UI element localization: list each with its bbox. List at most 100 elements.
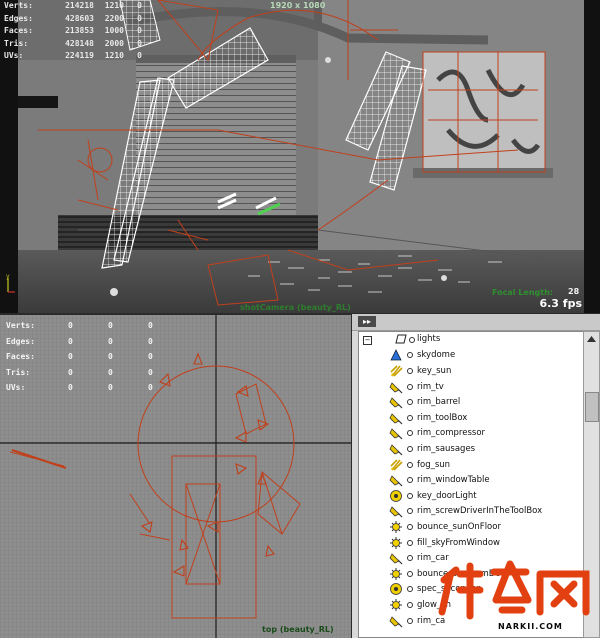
hud-row-verts: Verts: 214218 1210 0	[4, 0, 142, 13]
hud-row-verts: Verts: 0 0 0	[6, 318, 166, 334]
outliner-item-label: fill_skyFromWindow	[417, 537, 500, 548]
outliner-item-rim-screwdriverinthetoolbox[interactable]: rim_screwDriverInTheToolBox	[389, 504, 542, 520]
top-orthographic-viewport[interactable]: Verts: 0 0 0 Edges: 0 0 0 Faces: 0 0 0 Tris: 0 0 0 U…	[0, 314, 352, 638]
connector-dot	[407, 445, 413, 452]
top-camera-name-label: top (beauty_RL)	[262, 625, 334, 634]
connector-dot	[407, 477, 413, 484]
directional-light-icon	[390, 365, 403, 377]
hud-value: 1210	[104, 1, 124, 10]
hud-value: 0	[108, 321, 113, 330]
transform-group-icon	[395, 334, 407, 344]
scrollbar-thumb[interactable]	[585, 392, 599, 422]
viewport-margin-right	[584, 0, 600, 314]
outliner-item-label: key_sun	[417, 365, 452, 376]
connector-dot	[407, 539, 413, 546]
hud-label: Verts:	[4, 1, 33, 10]
spot-light-icon	[389, 506, 403, 518]
top-poly-count-hud: Verts: 0 0 0 Edges: 0 0 0 Faces: 0 0 0 Tris: 0 0 0 U…	[6, 318, 166, 396]
connector-dot	[407, 601, 413, 608]
outliner-item-fog-sun[interactable]: fog_sun	[389, 457, 450, 473]
hud-label: Faces:	[4, 26, 33, 35]
connector-dot	[407, 508, 413, 515]
spot-light-icon	[389, 397, 403, 409]
hud-row-tris: Tris: 0 0 0	[6, 365, 166, 381]
hud-value: 0	[137, 13, 142, 23]
outliner-menu-button[interactable]: ▸▸	[358, 316, 376, 327]
outliner-item-label: rim_compressor	[417, 428, 486, 439]
hud-value: 0	[137, 51, 142, 60]
hud-value: 214218	[65, 1, 94, 10]
outliner-item-label: rim_barrel	[417, 397, 461, 408]
connector-dot	[407, 352, 413, 359]
hud-value: 1210	[104, 51, 124, 60]
outliner-item-rim-tv[interactable]: rim_tv	[389, 379, 444, 395]
focal-length-value: 28	[568, 287, 580, 296]
spot-light-icon	[389, 615, 403, 628]
outliner-item-rim-windowtable[interactable]: rim_windowTable	[389, 472, 490, 488]
hud-value: 0	[68, 367, 73, 377]
collapse-toggle-icon[interactable]: −	[363, 336, 372, 345]
connector-dot	[407, 461, 413, 468]
hud-value: 0	[108, 383, 113, 392]
outliner-item-label: bounce_sunOnFloor	[417, 521, 501, 532]
hud-label: UVs:	[6, 383, 26, 392]
focal-length-label: Focal Length:	[492, 288, 553, 297]
resolution-gate-label: 1920 x 1080	[270, 1, 326, 10]
point-light-icon	[390, 489, 402, 502]
outliner-item-rim-compressor[interactable]: rim_compressor	[389, 426, 485, 442]
hud-value: 0	[68, 352, 73, 361]
outliner-item-label: rim_sausages	[417, 443, 476, 454]
outliner-item-label: rim_tv	[417, 381, 444, 392]
hud-row-uvs: UVs: 0 0 0	[6, 380, 166, 396]
hud-value: 428603	[65, 13, 94, 23]
spot-light-icon	[389, 413, 403, 425]
hud-row-edges: Edges: 428603 2200 0	[4, 13, 142, 26]
connector-dot	[407, 367, 413, 374]
outliner-item-label: fog_sun	[417, 459, 451, 470]
hud-value: 0	[68, 336, 73, 346]
perspective-viewport[interactable]: Verts: 214218 1210 0 Edges: 428603 2200 0 Face…	[0, 0, 600, 314]
hud-value: 224119	[65, 51, 94, 60]
spot-light-icon	[389, 381, 403, 394]
hud-value: 0	[148, 336, 153, 346]
hud-label: Faces:	[6, 352, 35, 361]
outliner-item-fill-skyfromwindow[interactable]: fill_skyFromWindow	[389, 535, 500, 551]
spot-light-icon	[389, 475, 403, 487]
connector-dot	[407, 383, 413, 390]
hud-row-tris: Tris: 428148 2000 0	[4, 38, 142, 51]
connector-dot	[407, 555, 413, 562]
connector-dot	[407, 492, 413, 499]
outliner-item-rim-toolbox[interactable]: rim_toolBox	[389, 410, 467, 426]
scroll-up-arrow-icon[interactable]	[586, 334, 597, 344]
area-light-icon	[390, 520, 402, 533]
hud-row-edges: Edges: 0 0 0	[6, 334, 166, 350]
connector-dot	[409, 337, 415, 343]
outliner-item-key-sun[interactable]: key_sun	[389, 363, 451, 379]
outliner-item-skydome[interactable]: skydome	[389, 348, 455, 364]
watermark-logo	[438, 560, 590, 620]
hud-value: 428148	[65, 38, 94, 48]
watermark-text: NARKII.COM	[498, 622, 563, 631]
hud-value: 0	[68, 383, 73, 392]
hud-value: 0	[137, 38, 142, 48]
area-light-icon	[390, 567, 402, 580]
point-light-icon	[390, 583, 402, 596]
hud-value: 2200	[104, 13, 124, 23]
hud-label: UVs:	[4, 51, 24, 60]
hud-row-faces: Faces: 213853 1000 0	[4, 25, 142, 38]
hud-value: 0	[68, 321, 73, 330]
hud-value: 1000	[104, 26, 124, 35]
hud-value: 0	[108, 336, 113, 346]
connector-dot	[407, 586, 413, 593]
fps-readout: 6.3 fps	[539, 297, 582, 310]
outliner-item-rim-barrel[interactable]: rim_barrel	[389, 394, 460, 410]
hud-value: 0	[137, 1, 142, 10]
outliner-group-label: lights	[417, 334, 441, 344]
outliner-item-rim-sausages[interactable]: rim_sausages	[389, 441, 475, 457]
outliner-item-label: key_doorLight	[417, 490, 477, 501]
outliner-item-bounce-sunonfloor[interactable]: bounce_sunOnFloor	[389, 519, 501, 535]
hud-row-faces: Faces: 0 0 0	[6, 349, 166, 365]
outliner-item-key-doorlight[interactable]: key_doorLight	[389, 488, 477, 504]
outliner-item-label: rim_toolBox	[417, 412, 468, 423]
hud-label: Edges:	[4, 13, 33, 23]
